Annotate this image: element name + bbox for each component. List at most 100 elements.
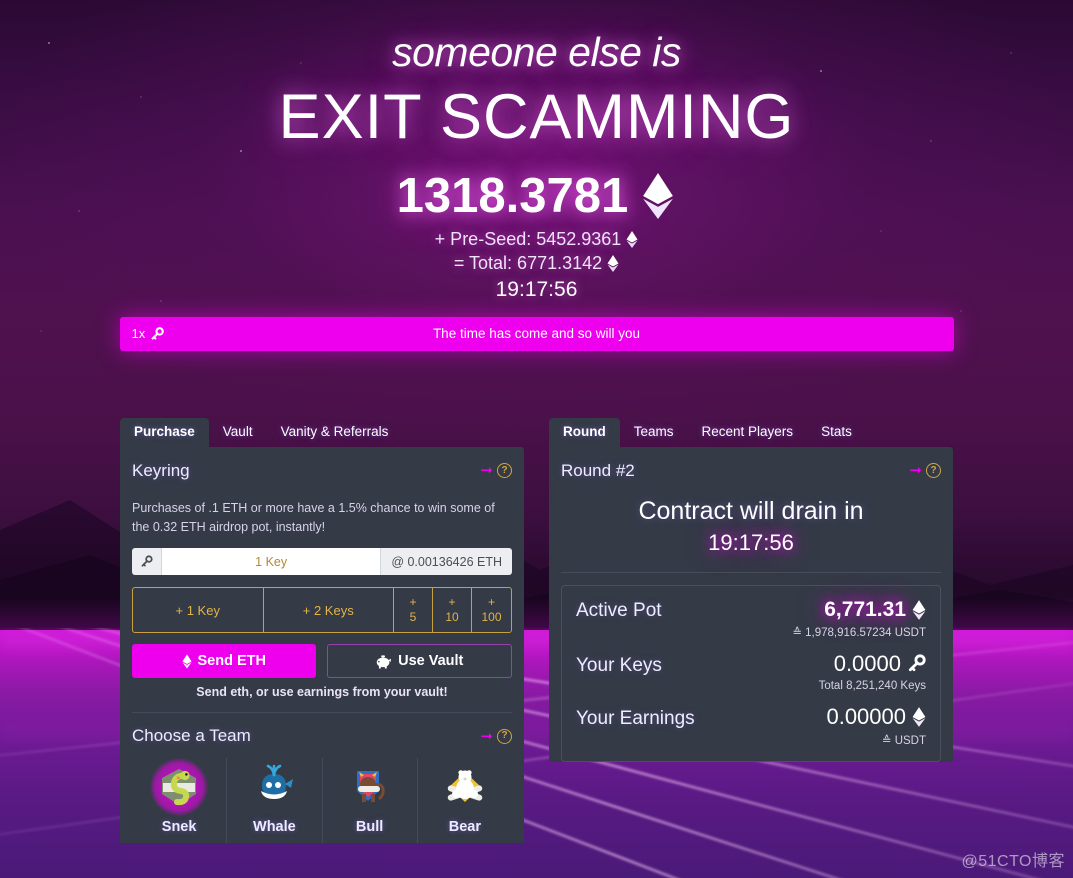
panels-container: Purchase Vault Vanity & Referrals Keyrin… <box>0 416 1073 844</box>
tab-round[interactable]: Round <box>549 418 620 447</box>
drain-title: Contract will drain in <box>638 496 864 525</box>
key-quantity-input[interactable] <box>162 548 381 576</box>
tab-teams[interactable]: Teams <box>620 418 688 447</box>
hero-section: someone else is EXIT SCAMMING 1318.3781 … <box>0 0 1073 302</box>
question-mark-icon[interactable]: ? <box>926 463 941 479</box>
your-keys-label: Your Keys <box>576 654 662 676</box>
whale-emblem-icon <box>245 758 303 816</box>
tab-purchase[interactable]: Purchase <box>120 418 209 447</box>
ethereum-icon <box>643 172 674 219</box>
active-pot-label: Active Pot <box>576 599 662 621</box>
snake-emblem-icon <box>150 758 209 817</box>
use-vault-button[interactable]: Use Vault <box>326 644 512 679</box>
add-1-key-button[interactable]: + 1 Key <box>133 588 264 633</box>
tab-recent-players[interactable]: Recent Players <box>688 418 808 447</box>
your-keys-total-sub: Total 8,251,240 Keys <box>818 679 926 692</box>
send-eth-button[interactable]: Send ETH <box>132 644 316 679</box>
your-keys-value: 0.0000 <box>833 650 901 676</box>
drain-countdown-clock: 19:17:56 <box>708 529 794 555</box>
hero-total-text: = Total: 6771.3142 <box>453 252 603 273</box>
action-buttons-row: Send ETH Use Vault <box>132 644 512 679</box>
team-option-bear[interactable]: Bear <box>418 758 512 843</box>
your-earnings-value: 0.00000 <box>826 703 906 729</box>
add-5-value: 5 <box>409 609 417 624</box>
key-rate-label: @ 0.00136426 ETH <box>380 548 512 576</box>
purchase-panel-body: Keyring ➞ ? Purchases of .1 ETH or more … <box>120 446 524 844</box>
question-mark-icon[interactable]: ? <box>497 463 512 479</box>
team-label-snek: Snek <box>161 819 197 836</box>
banner-message: The time has come and so will you <box>432 326 641 342</box>
hero-preseed-text: + Pre-Seed: 5452.9361 <box>434 228 622 249</box>
keyring-header: Keyring ➞ ? <box>132 461 512 483</box>
hero-preseed: + Pre-Seed: 5452.9361 <box>0 229 1073 250</box>
team-list: Snek Whale Bull Bear <box>132 758 512 844</box>
team-label-bull: Bull <box>355 819 384 836</box>
watermark: @51CTO博客 <box>961 853 1065 870</box>
arrow-right-icon[interactable]: ➞ <box>480 729 493 744</box>
active-pot-usdt-sub: ≙ 1,978,916.57234 USDT <box>792 626 926 639</box>
add-2-keys-button[interactable]: + 2 Keys <box>264 588 394 633</box>
key-icon <box>132 548 162 576</box>
add-5-keys-button[interactable]: + 5 <box>394 588 433 633</box>
keyring-header-icons: ➞ ? <box>480 463 512 479</box>
your-keys-value-group: 0.0000 <box>834 651 926 677</box>
team-label-bear: Bear <box>448 819 481 836</box>
plus-sign: + <box>487 594 495 609</box>
your-earnings-label: Your Earnings <box>576 707 695 729</box>
airdrop-blurb: Purchases of .1 ETH or more have a 1.5% … <box>132 500 495 534</box>
your-earnings-usdt-sub: ≙ USDT <box>881 734 926 747</box>
choose-team-header: Choose a Team ➞ ? <box>132 726 512 748</box>
purchase-panel: Purchase Vault Vanity & Referrals Keyrin… <box>120 416 524 844</box>
active-pot-value-group: 6,771.31 <box>824 598 926 622</box>
quantity-buttons-row: + 1 Key + 2 Keys + 5 + 10 + 100 <box>132 587 512 634</box>
stat-row-active-pot: Active Pot 6,771.31 <box>576 598 926 622</box>
choose-team-title: Choose a Team <box>132 726 251 746</box>
plus-sign: + <box>409 594 417 609</box>
stat-row-your-keys: Your Keys 0.0000 <box>576 651 926 677</box>
round-header-icons: ➞ ? <box>909 463 941 479</box>
tab-stats[interactable]: Stats <box>807 418 866 447</box>
arrow-right-icon[interactable]: ➞ <box>909 463 922 478</box>
right-panel-tabs: Round Teams Recent Players Stats <box>549 416 953 447</box>
arrow-right-icon[interactable]: ➞ <box>480 463 493 478</box>
round-title: Round #2 <box>561 460 635 480</box>
hero-kicker: someone else is <box>392 29 681 75</box>
add-10-keys-button[interactable]: + 10 <box>433 588 472 633</box>
hero-countdown-clock: 19:17:56 <box>495 277 578 301</box>
tab-vault[interactable]: Vault <box>209 418 267 447</box>
keyring-title: Keyring <box>132 460 190 480</box>
bear-emblem-icon <box>436 758 494 816</box>
ethereum-icon <box>181 654 192 669</box>
add-100-value: 100 <box>481 609 502 624</box>
purchase-hint: Send eth, or use earnings from your vaul… <box>132 685 512 714</box>
your-earnings-value-group: 0.00000 <box>826 704 926 730</box>
ethereum-icon-small <box>626 230 638 248</box>
question-mark-icon[interactable]: ? <box>497 728 512 744</box>
active-pot-value: 6,771.31 <box>824 597 906 621</box>
plus-sign: + <box>448 594 456 609</box>
team-option-bull[interactable]: Bull <box>323 758 418 844</box>
choose-team-header-icons: ➞ ? <box>480 728 512 744</box>
key-icon <box>908 654 926 672</box>
team-option-whale[interactable]: Whale <box>227 758 323 844</box>
hero-amount-row: 1318.3781 <box>0 168 1073 224</box>
drain-countdown-box: Contract will drain in 19:17:56 <box>561 483 941 572</box>
hero-amount: 1318.3781 <box>396 168 629 223</box>
send-eth-label: Send ETH <box>197 653 266 670</box>
add-10-value: 10 <box>445 609 459 624</box>
team-label-whale: Whale <box>253 819 296 836</box>
bull-emblem-icon <box>341 758 399 816</box>
ethereum-icon <box>912 706 926 727</box>
ethereum-icon-small <box>607 254 619 272</box>
hero-total: = Total: 6771.3142 <box>0 253 1073 274</box>
round-header: Round #2 ➞ ? <box>561 461 941 483</box>
key-quantity-row: @ 0.00136426 ETH <box>132 548 512 576</box>
piggy-bank-icon <box>376 655 392 669</box>
divider <box>561 571 941 573</box>
tab-vanity-referrals[interactable]: Vanity & Referrals <box>267 418 403 447</box>
announcement-banner[interactable]: 1x The time has come and so will you <box>119 316 954 351</box>
use-vault-label: Use Vault <box>398 653 464 670</box>
add-100-keys-button[interactable]: + 100 <box>472 588 511 632</box>
team-option-snek[interactable]: Snek <box>132 758 228 844</box>
page-title: EXIT SCAMMING <box>278 82 795 153</box>
